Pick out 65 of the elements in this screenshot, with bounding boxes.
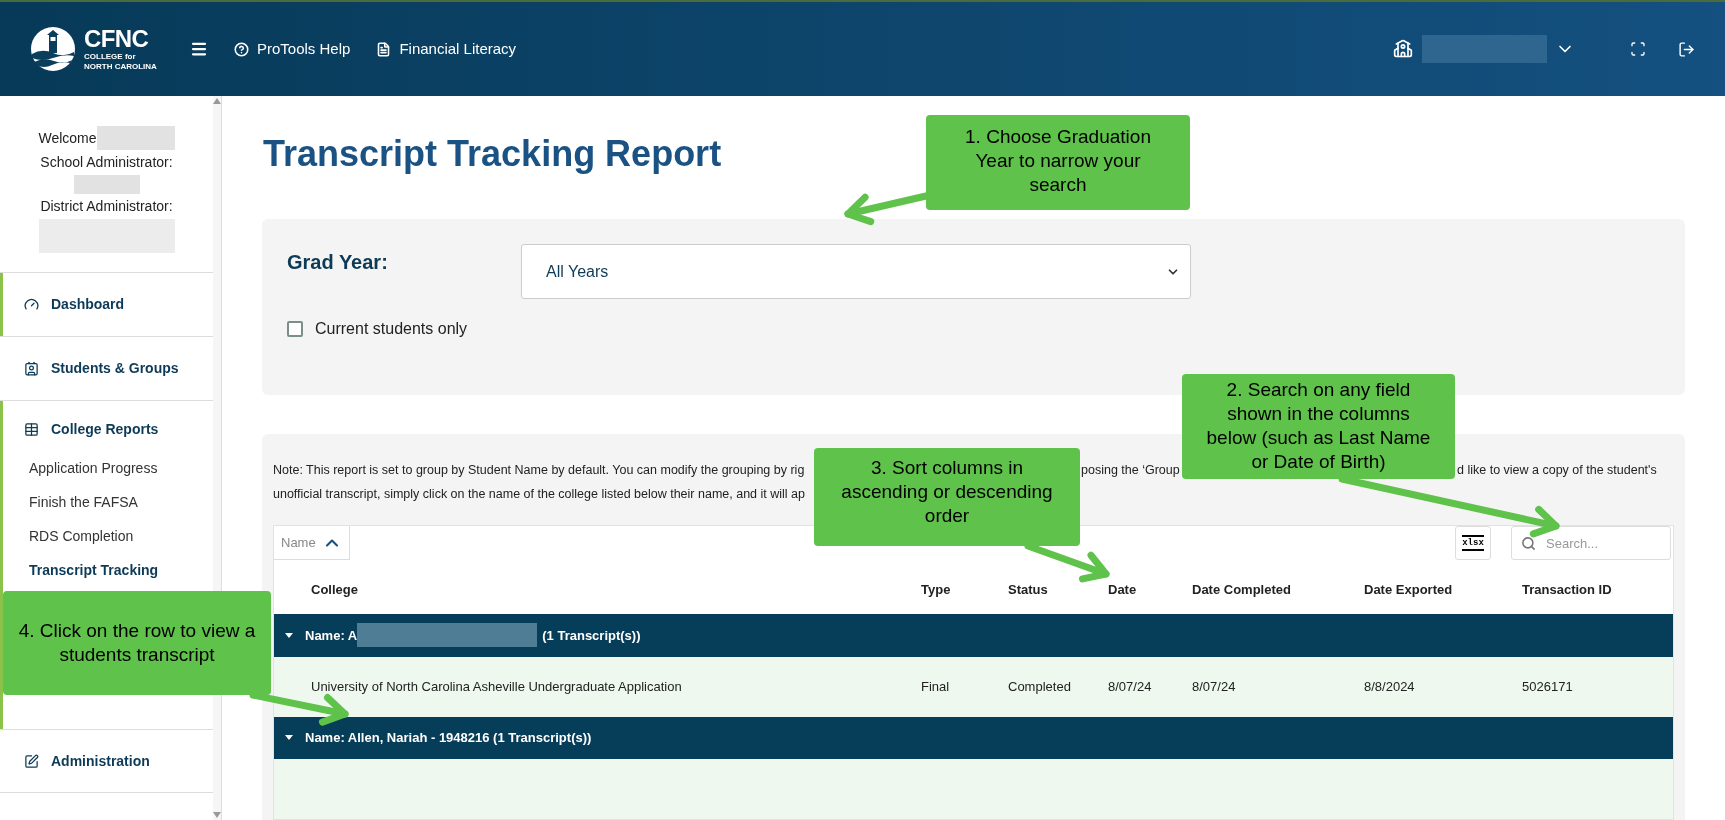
lighthouse-logo-icon [30,26,76,72]
sidebar-section[interactable]: Dashboard [0,273,125,336]
note-text: Note: This report is set to group by Student Name by default. You can modify the grouping by rig [273,463,805,477]
callout-box: 2. Search on any field shown in the columns below (such as Last Name or Date of Birth) [1182,374,1455,479]
school-icon [1393,39,1413,59]
grad-year-label: Grad Year: [287,250,388,275]
callout-box: 4. Click on the row to view a students transcript [3,591,271,695]
table-cell-text: Completed [1008,677,1072,696]
fullscreen-icon[interactable] [1630,41,1646,57]
column-header[interactable]: Transaction ID [1522,580,1612,600]
export-button[interactable]: xlsx [1455,526,1491,560]
nav-link[interactable]: ProTools Help [234,37,351,61]
column-header[interactable]: Type [921,580,951,600]
column-header[interactable]: Date Exported [1364,580,1453,600]
nav-link[interactable]: Financial Literacy [376,37,517,61]
sidebar-section[interactable]: College Reports [0,407,159,451]
checkbox-label: Current students only [315,319,468,339]
role-label: School Administrator: [40,153,173,172]
grad-year-select[interactable]: All Years [521,244,1191,299]
group-row[interactable]: Name: A (1 Transcript(s)) [274,614,1673,657]
note-text: unofficial transcript, simply click on the name of the college listed below their name, and it will ap [273,486,805,503]
caret-icon[interactable] [285,632,293,638]
document-icon [376,41,392,57]
group-by-chip[interactable]: Name [274,526,350,560]
note-text: posing the ‘Group [1081,463,1180,477]
checkbox[interactable] [287,321,303,337]
column-header[interactable]: Date Completed [1192,580,1291,600]
column-header[interactable]: College [311,580,358,600]
scroll-up-arrow-icon[interactable] [213,98,221,104]
sidebar-section[interactable]: Students & Groups [0,337,179,400]
gauge-icon [24,297,39,312]
help-icon [234,41,249,57]
group-row[interactable]: Name: Allen, Nariah - 1948216 (1 Transcript(s)) [274,716,1673,759]
menu-icon[interactable] [190,40,208,58]
scroll-down-arrow-icon[interactable] [213,812,221,818]
note-text: d like to view a copy of the student's [1457,462,1657,479]
table-row[interactable]: University of North Carolina Asheville Undergraduate Application Final Completed 8/07/24 8/07/24 8/8/2024 5026171 [274,656,1673,717]
table-cell-text: 8/07/24 [1192,677,1237,696]
column-header[interactable]: Date [1108,580,1137,600]
table-cell-text: University of North Carolina Asheville Undergraduate Application [311,677,683,696]
group-label: (1 Transcript(s)) [542,626,641,645]
role-label: District Administrator: [40,197,173,216]
contact-card-icon [24,361,39,376]
table-cell-text: 8/8/2024 [1364,677,1416,696]
redacted-block [73,175,140,194]
table-icon [24,421,39,437]
logo-tagline: NORTH CAROLINA [84,63,157,71]
search-icon [1521,536,1536,551]
search-field[interactable]: Search... [1511,526,1671,560]
page-title: Transcript Tracking Report [263,132,722,176]
logo-tagline: COLLEGE for [84,53,137,61]
welcome-label: Welcome [38,128,97,148]
logout-icon[interactable] [1678,40,1695,58]
caret-icon[interactable] [285,735,293,741]
group-label: Name: A [305,626,358,645]
table-cell-text: Final [921,677,951,696]
sidebar-section[interactable]: Administration [0,730,150,792]
logo-wordmark: CFNC [84,27,150,51]
column-header[interactable]: Status [1008,580,1048,600]
edit-icon [24,753,39,769]
table-cell-text: 8/07/24 [1108,677,1153,696]
table-cell-text: 5026171 [1522,677,1574,696]
callout-box: 1. Choose Graduation Year to narrow your search [926,115,1190,210]
group-label: Name: Allen, Nariah - 1948216 (1 Transcript(s)) [305,729,592,748]
callout-box: 3. Sort columns in ascending or descending order [814,448,1080,546]
